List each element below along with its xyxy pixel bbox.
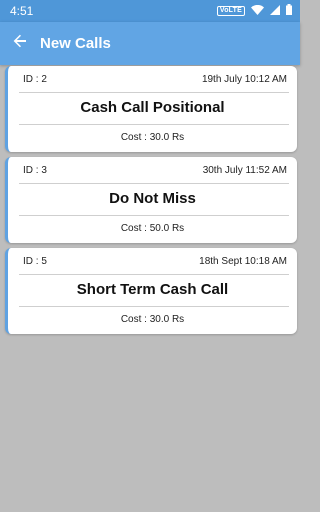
wifi-icon xyxy=(251,4,264,18)
divider xyxy=(19,92,289,93)
call-cost: Cost : 30.0 Rs xyxy=(120,314,185,325)
status-icons: VoLTE xyxy=(216,4,292,18)
arrow-left-icon xyxy=(13,34,27,53)
divider xyxy=(19,215,289,216)
status-time: 4:51 xyxy=(10,4,34,18)
call-title: Cash Call Positional xyxy=(80,99,225,116)
status-bar: 4:51 VoLTE xyxy=(0,0,300,22)
call-card[interactable]: ID : 3 30th July 11:52 AM Do Not Miss Co… xyxy=(5,157,297,243)
back-button[interactable] xyxy=(0,22,40,65)
call-id: ID : 5 xyxy=(23,256,47,267)
call-date: 30th July 11:52 AM xyxy=(202,165,287,176)
call-id: ID : 2 xyxy=(23,74,47,85)
volte-badge: VoLTE xyxy=(216,6,245,16)
call-date: 18th Sept 10:18 AM xyxy=(199,256,287,267)
call-title: Do Not Miss xyxy=(109,190,196,207)
call-title: Short Term Cash Call xyxy=(76,281,229,298)
divider xyxy=(19,274,289,275)
call-id: ID : 3 xyxy=(23,165,47,176)
divider xyxy=(19,124,289,125)
divider xyxy=(19,183,289,184)
call-cost: Cost : 30.0 Rs xyxy=(120,132,185,143)
call-date: 19th July 10:12 AM xyxy=(201,74,287,85)
app-bar: New Calls xyxy=(0,22,300,65)
call-card[interactable]: ID : 5 18th Sept 10:18 AM Short Term Cas… xyxy=(5,248,297,334)
page-title: New Calls xyxy=(40,35,111,52)
calls-list: ID : 2 19th July 10:12 AM Cash Call Posi… xyxy=(0,65,300,339)
call-card[interactable]: ID : 2 19th July 10:12 AM Cash Call Posi… xyxy=(5,66,297,152)
signal-icon xyxy=(270,4,280,18)
divider xyxy=(19,306,289,307)
battery-icon xyxy=(286,4,292,18)
call-cost: Cost : 50.0 Rs xyxy=(120,223,185,234)
